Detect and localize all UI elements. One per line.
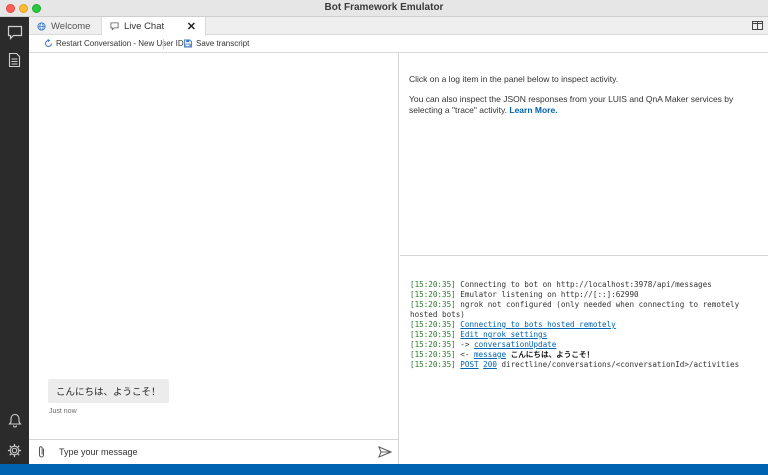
bell-icon [7, 413, 22, 428]
log-timestamp: [15:20:35] [410, 320, 456, 329]
restart-conversation-button[interactable]: Restart Conversation - New User ID ⌄ [44, 39, 193, 48]
log-entry: [15:20:35] Emulator listening on http://… [410, 290, 762, 300]
save-label: Save transcript [196, 39, 250, 48]
log-timestamp: [15:20:35] [410, 360, 456, 369]
left-nav [0, 17, 29, 464]
log-link[interactable]: message [474, 350, 506, 359]
log-link[interactable]: Edit ngrok settings [460, 330, 547, 339]
chat-transcript[interactable]: こんにちは、ようこそ！ Just now [29, 53, 399, 439]
log-direction: <- [460, 350, 470, 359]
log-text: directline/conversations/<conversationId… [501, 360, 740, 369]
tab-welcome[interactable]: Welcome [29, 17, 102, 35]
tab-live-chat[interactable]: Live Chat ✕ [102, 17, 206, 36]
nav-notifications-button[interactable] [0, 407, 29, 433]
log-lines: [15:20:35] Connecting to bot on http://l… [410, 280, 762, 370]
log-timestamp: [15:20:35] [410, 340, 456, 349]
log-timestamp: [15:20:35] [410, 350, 456, 359]
log-text: Connecting to bot on http://localhost:39… [460, 280, 712, 289]
globe-icon [37, 21, 46, 31]
nav-document-button[interactable] [0, 47, 29, 73]
inspector-panel: Click on a log item in the panel below t… [400, 53, 768, 256]
log-link[interactable]: conversationUpdate [474, 340, 556, 349]
inspector-hint: Click on a log item in the panel below t… [409, 74, 619, 84]
window-title: Bot Framework Emulator [324, 2, 444, 13]
status-bar [0, 464, 768, 475]
log-text: こんにちは、ようこそ！ [510, 350, 595, 359]
log-link[interactable]: Connecting to bots hosted remotely [460, 320, 615, 329]
save-transcript-button[interactable]: Save transcript [183, 39, 249, 48]
restart-label: Restart Conversation - New User ID [56, 39, 184, 48]
nav-settings-button[interactable] [0, 437, 29, 463]
log-entry: [15:20:35] Connecting to bots hosted rem… [410, 320, 762, 330]
document-icon [8, 52, 21, 68]
bot-message-bubble[interactable]: こんにちは、ようこそ！ [48, 379, 169, 403]
save-icon [183, 39, 193, 48]
log-text: Emulator listening on http://[::]:62990 [460, 290, 639, 299]
log-direction: -> [460, 340, 470, 349]
title-bar: Bot Framework Emulator [0, 0, 768, 17]
paperclip-icon[interactable] [37, 445, 46, 462]
log-entry: [15:20:35] POST 200 directline/conversat… [410, 360, 762, 370]
tab-label: Live Chat [124, 21, 165, 32]
log-panel: [15:20:35] Connecting to bot on http://l… [400, 257, 768, 464]
inspector-description: You can also inspect the JSON responses … [409, 94, 754, 116]
tab-bar: Welcome Live Chat ✕ [29, 17, 768, 36]
message-timestamp: Just now [49, 408, 77, 415]
nav-chat-button[interactable] [0, 19, 29, 45]
log-timestamp: [15:20:35] [410, 280, 456, 289]
inspector-description-text: You can also inspect the JSON responses … [409, 94, 734, 115]
send-icon[interactable] [378, 446, 393, 461]
message-input[interactable] [59, 444, 359, 460]
log-status-link[interactable]: 200 [483, 360, 497, 369]
message-input-bar [29, 439, 399, 464]
chat-bubble-icon [7, 25, 23, 40]
log-timestamp: [15:20:35] [410, 290, 456, 299]
log-entry: [15:20:35] ngrok not configured (only ne… [410, 300, 762, 320]
log-entry: [15:20:35] Edit ngrok settings [410, 330, 762, 340]
log-text: ngrok not configured (only needed when c… [410, 300, 744, 319]
log-timestamp: [15:20:35] [410, 300, 456, 309]
split-view-icon[interactable] [752, 21, 763, 33]
restart-icon [44, 39, 53, 48]
learn-more-link[interactable]: Learn More. [509, 105, 557, 115]
log-entry: [15:20:35] <- message こんにちは、ようこそ！ [410, 350, 762, 360]
gear-icon [7, 443, 22, 458]
chat-bubble-icon [110, 22, 119, 31]
log-entry: [15:20:35] Connecting to bot on http://l… [410, 280, 762, 290]
toolbar-divider [163, 39, 164, 49]
tab-label: Welcome [51, 20, 91, 32]
log-timestamp: [15:20:35] [410, 330, 456, 339]
chat-toolbar: Restart Conversation - New User ID ⌄ Sav… [29, 36, 768, 53]
log-entry: [15:20:35] -> conversationUpdate [410, 340, 762, 350]
log-link[interactable]: POST [460, 360, 478, 369]
close-icon[interactable]: ✕ [187, 20, 196, 33]
